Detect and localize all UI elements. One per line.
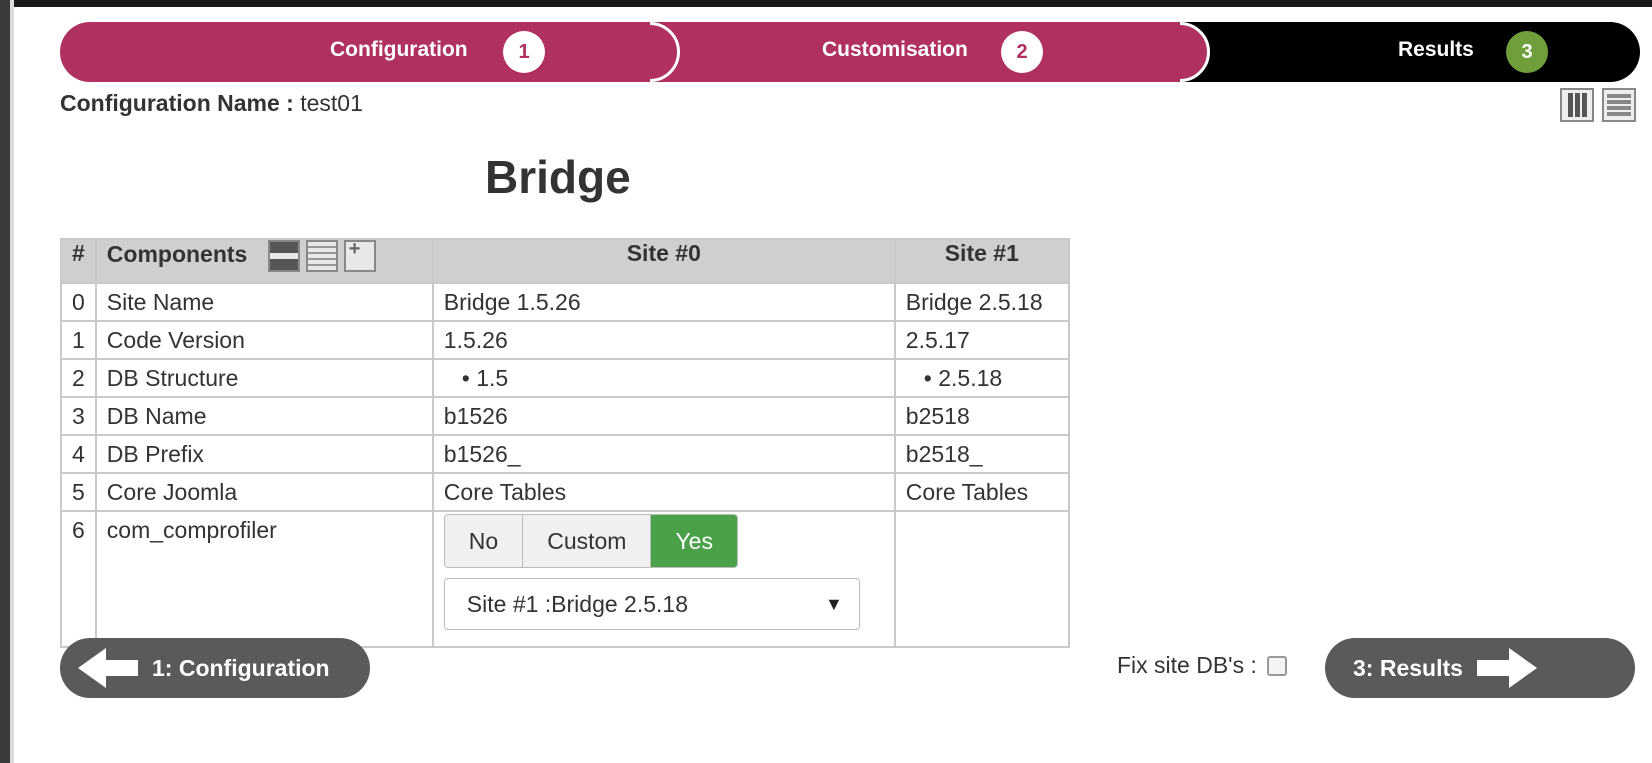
table-header-row: # Components Site #0 Site #1 bbox=[60, 238, 1070, 284]
table-row: 6 com_comprofiler No Custom Yes Site #1 … bbox=[60, 510, 1070, 648]
step-label: Customisation bbox=[822, 38, 968, 61]
header-site-0: Site #0 bbox=[431, 238, 896, 284]
table-row: 5 Core Joomla Core Tables Core Tables bbox=[60, 472, 1070, 512]
step-customisation[interactable]: Customisation 2 bbox=[620, 22, 1180, 82]
window-left-border bbox=[0, 0, 10, 763]
row-number: 3 bbox=[60, 396, 97, 436]
columns-view-icon[interactable] bbox=[1560, 88, 1594, 122]
row-component: Site Name bbox=[94, 282, 434, 322]
row-component: DB Name bbox=[94, 396, 434, 436]
row-site1-value: b2518 bbox=[893, 396, 1070, 436]
row-number: 2 bbox=[60, 358, 97, 398]
row-site0-value: Core Tables bbox=[431, 472, 896, 512]
row-site0-value: Bridge 1.5.26 bbox=[431, 282, 896, 322]
row-site1-value: b2518_ bbox=[893, 434, 1070, 474]
row-number: 1 bbox=[60, 320, 97, 360]
row-site1-value bbox=[893, 510, 1070, 648]
step-number-badge: 2 bbox=[1001, 31, 1043, 73]
choice-button-group: No Custom Yes bbox=[443, 514, 738, 568]
bullet-icon: • bbox=[461, 365, 470, 391]
header-site-1: Site #1 bbox=[893, 238, 1070, 284]
previous-step-label: 1: Configuration bbox=[152, 654, 330, 681]
header-components: Components bbox=[94, 238, 434, 284]
table-row: 4 DB Prefix b1526_ b2518_ bbox=[60, 434, 1070, 474]
custom-button[interactable]: Custom bbox=[523, 515, 652, 567]
row-site0-controls: No Custom Yes Site #1 :Bridge 2.5.18 ▼ bbox=[431, 510, 896, 648]
arrow-right-icon bbox=[1476, 648, 1537, 688]
row-number: 0 bbox=[60, 282, 97, 322]
step-results[interactable]: Results 3 bbox=[1150, 22, 1640, 82]
table-row: 1 Code Version 1.5.26 2.5.17 bbox=[60, 320, 1070, 360]
db-structure-version: 1.5 bbox=[476, 365, 509, 391]
db-structure-version: 2.5.18 bbox=[938, 365, 1003, 391]
step-number-badge: 3 bbox=[1506, 31, 1548, 73]
step-progress-bar: Configuration 1 Customisation 2 Results … bbox=[60, 22, 1640, 82]
header-number: # bbox=[60, 238, 97, 284]
bullet-icon: • bbox=[923, 365, 932, 391]
step-label: Results bbox=[1398, 38, 1474, 61]
next-step-label: 3: Results bbox=[1353, 654, 1463, 681]
row-component: com_comprofiler bbox=[94, 510, 434, 648]
window-top-border bbox=[0, 0, 1652, 7]
fix-site-db-checkbox[interactable] bbox=[1266, 655, 1287, 676]
header-view-icons bbox=[267, 238, 376, 272]
window-left-border-inner bbox=[10, 0, 14, 763]
fix-site-db-option: Fix site DB's : bbox=[1117, 652, 1287, 679]
row-site1-value: Core Tables bbox=[893, 472, 1070, 512]
step-label: Configuration bbox=[330, 38, 468, 61]
view-toggle bbox=[1560, 88, 1636, 122]
list-view-icon[interactable] bbox=[305, 240, 338, 272]
compact-view-icon[interactable] bbox=[267, 240, 300, 272]
arrow-left-icon bbox=[78, 648, 138, 688]
row-site1-value: Bridge 2.5.18 bbox=[893, 282, 1070, 322]
table-row: 3 DB Name b1526 b2518 bbox=[60, 396, 1070, 436]
page-title: Bridge bbox=[485, 151, 631, 203]
step-configuration[interactable]: Configuration 1 bbox=[60, 22, 650, 82]
row-component: Core Joomla bbox=[94, 472, 434, 512]
row-site1-value: • 2.5.18 bbox=[893, 358, 1070, 398]
next-step-button[interactable]: 3: Results bbox=[1325, 638, 1635, 698]
no-button[interactable]: No bbox=[444, 515, 524, 567]
row-component: Code Version bbox=[94, 320, 434, 360]
row-site0-value: 1.5.26 bbox=[431, 320, 896, 360]
config-name-label: Configuration Name : bbox=[60, 90, 294, 116]
table-row: 0 Site Name Bridge 1.5.26 Bridge 2.5.18 bbox=[60, 282, 1070, 322]
step-number-badge: 1 bbox=[503, 31, 545, 73]
expand-view-icon[interactable] bbox=[343, 238, 376, 272]
row-site0-value: b1526 bbox=[431, 396, 896, 436]
row-number: 6 bbox=[60, 510, 97, 648]
fix-site-db-label: Fix site DB's : bbox=[1117, 652, 1257, 678]
row-site1-value: 2.5.17 bbox=[893, 320, 1070, 360]
row-number: 5 bbox=[60, 472, 97, 512]
row-component: DB Prefix bbox=[94, 434, 434, 474]
table-row: 2 DB Structure • 1.5 • 2.5.18 bbox=[60, 358, 1070, 398]
row-component: DB Structure bbox=[94, 358, 434, 398]
header-components-label: Components bbox=[106, 241, 248, 268]
select-value: Site #1 :Bridge 2.5.18 bbox=[466, 590, 689, 617]
rows-view-icon[interactable] bbox=[1602, 88, 1636, 122]
row-site0-value: • 1.5 bbox=[431, 358, 896, 398]
previous-step-button[interactable]: 1: Configuration bbox=[60, 638, 370, 698]
chevron-down-icon: ▼ bbox=[824, 593, 843, 614]
row-site0-value: b1526_ bbox=[431, 434, 896, 474]
configuration-name: Configuration Name : test01 bbox=[60, 90, 363, 117]
site-source-select[interactable]: Site #1 :Bridge 2.5.18 ▼ bbox=[443, 578, 860, 630]
comparison-table: # Components Site #0 Site #1 0 Site Name… bbox=[60, 238, 1070, 648]
config-name-value: test01 bbox=[300, 90, 363, 116]
yes-button[interactable]: Yes bbox=[651, 515, 737, 567]
row-number: 4 bbox=[60, 434, 97, 474]
